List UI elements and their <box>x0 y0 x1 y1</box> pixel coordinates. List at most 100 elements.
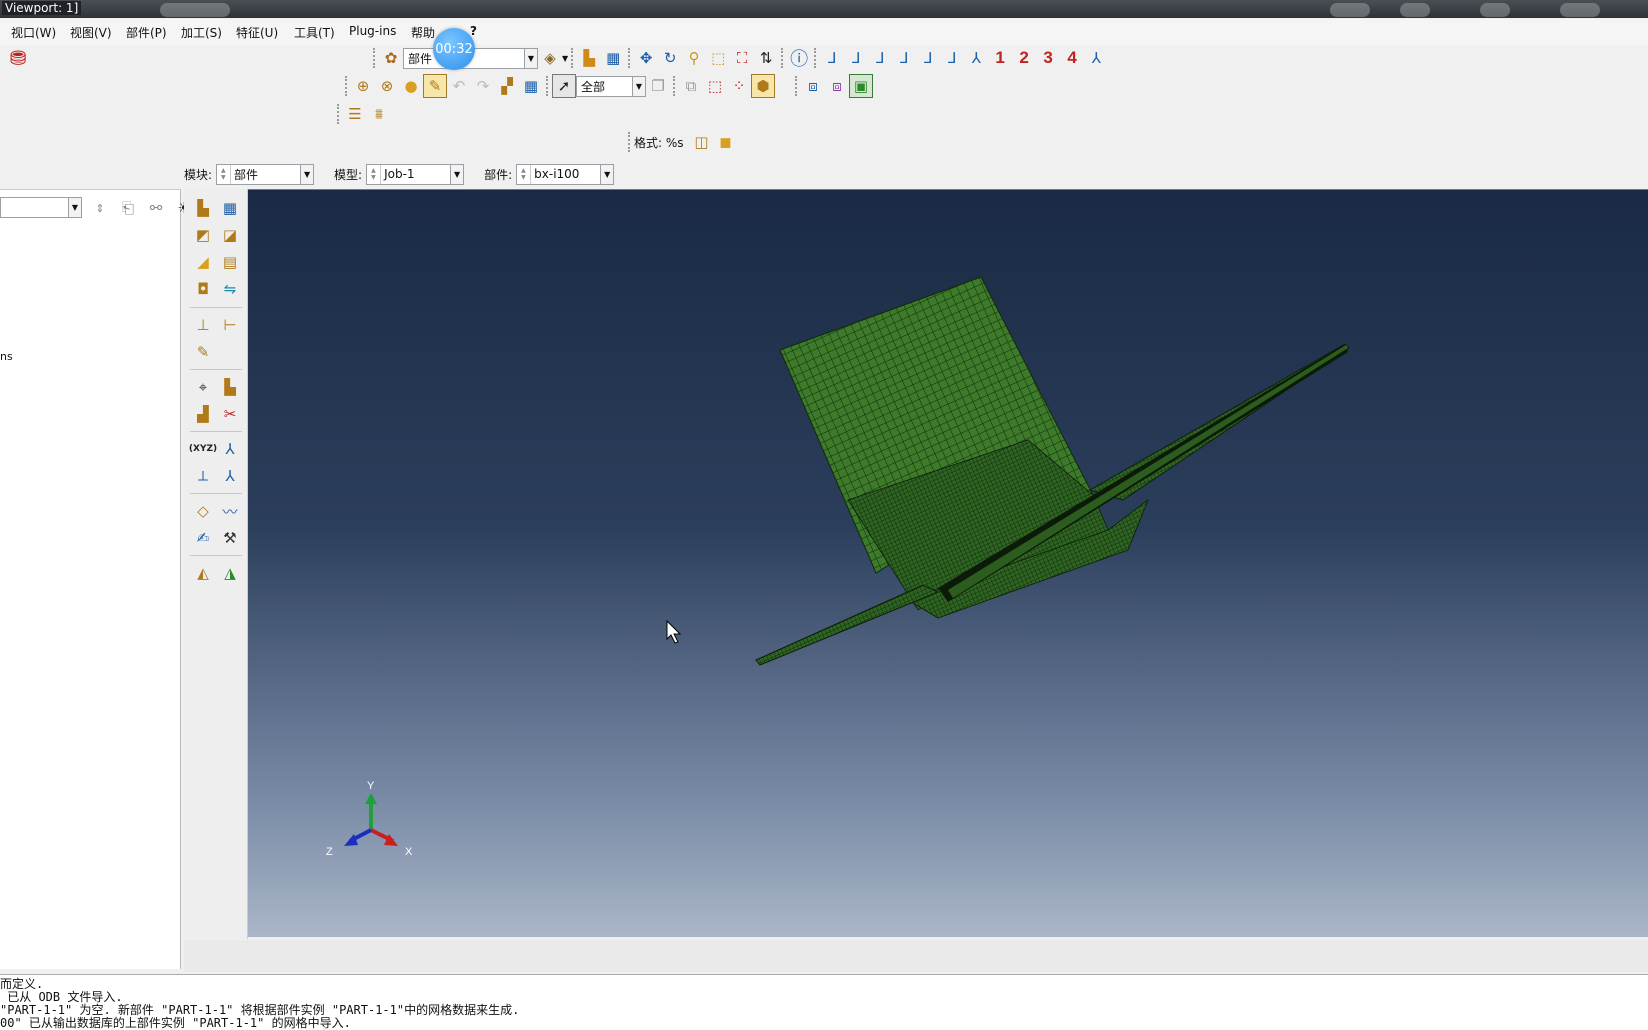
chevron-down-icon[interactable]: ▼ <box>450 164 464 184</box>
menu-plugins[interactable]: Plug-ins <box>349 24 396 38</box>
create-wire-icon[interactable]: ▤ <box>218 250 242 274</box>
edit-feature-icon[interactable]: ▙ <box>218 375 242 399</box>
view-iso-icon[interactable]: ⅄ <box>964 46 988 70</box>
mirror-icon[interactable]: ⇋ <box>218 277 242 301</box>
color-code-icon[interactable]: ✿ <box>379 46 403 70</box>
cut-icon[interactable]: ⊗ <box>375 74 399 98</box>
up-down-icon[interactable]: ⇕ <box>88 196 112 220</box>
solid-sphere-icon[interactable]: ● <box>399 74 423 98</box>
box-zoom-icon[interactable]: ⬚ <box>706 46 730 70</box>
view-bottom-icon[interactable]: ⅃ <box>892 46 916 70</box>
filter-icon[interactable]: ⚯ <box>144 196 168 220</box>
user-view-1-button[interactable]: 1 <box>988 46 1012 70</box>
menu-tools[interactable]: 工具(T) <box>294 24 335 41</box>
info-icon[interactable]: ⓘ <box>787 46 811 70</box>
toolbox-separator <box>190 493 242 494</box>
user-view-2-button[interactable]: 2 <box>1012 46 1036 70</box>
part-manager-icon[interactable]: ▦ <box>601 46 625 70</box>
mesh-part-icon[interactable]: ◮ <box>218 561 242 585</box>
model-combo[interactable]: ▲ ▼ Job-1 ▼ <box>366 163 465 185</box>
datum-icon[interactable]: ▞ <box>495 74 519 98</box>
chevron-down-icon[interactable]: ▼ <box>562 54 568 63</box>
ladder-icon[interactable]: ⩩ <box>367 102 391 126</box>
chevron-down-icon[interactable]: ▼ <box>68 198 81 217</box>
chevron-down-icon[interactable]: ▼ <box>600 164 614 184</box>
menu-part[interactable]: 部件(P) <box>126 24 167 41</box>
create-cut-icon[interactable]: ◢ <box>191 250 215 274</box>
menu-view[interactable]: 视图(V) <box>70 24 112 41</box>
menu-help[interactable]: 帮助 <box>411 24 435 41</box>
virtual-topology-icon[interactable]: ◇ <box>191 499 215 523</box>
pan-icon[interactable]: ✥ <box>634 46 658 70</box>
view-left-icon[interactable]: ⅃ <box>916 46 940 70</box>
view-right-icon[interactable]: ⅃ <box>940 46 964 70</box>
part-combo[interactable]: ▲ ▼ bx-i100 ▼ <box>516 163 615 185</box>
cube-outline-icon[interactable]: ◫ <box>690 130 714 154</box>
render-shaded-icon[interactable]: ▣ <box>849 74 873 98</box>
box-select-icon[interactable]: ⬚ <box>703 74 727 98</box>
menu-shape[interactable]: 加工(S) <box>181 24 222 41</box>
render-hidden-icon[interactable]: ⧈ <box>825 74 849 98</box>
table-icon[interactable]: ▦ <box>519 74 543 98</box>
module-combo[interactable]: ▲ ▼ 部件 ▼ <box>216 163 315 185</box>
collapse-icon[interactable]: ⎗ <box>116 196 140 220</box>
repair-icon[interactable]: ▟ <box>191 402 215 426</box>
view-back-icon[interactable]: ⅃ <box>844 46 868 70</box>
cycle-views-icon[interactable]: ⇅ <box>754 46 778 70</box>
create-shell-icon[interactable]: ◪ <box>218 223 242 247</box>
menu-viewport[interactable]: 视口(W) <box>11 24 56 41</box>
chevron-down-icon[interactable]: ▼ <box>632 76 645 96</box>
selection-options-icon[interactable]: ❐ <box>646 74 670 98</box>
delete-feature-icon[interactable]: ✂ <box>218 402 242 426</box>
list-icon[interactable]: ☰ <box>343 102 367 126</box>
user-view-4-button[interactable]: 4 <box>1060 46 1084 70</box>
user-view-3-button[interactable]: 3 <box>1036 46 1060 70</box>
datum-plane-icon[interactable]: ⟂ <box>191 464 215 488</box>
view-top-icon[interactable]: ⅃ <box>868 46 892 70</box>
select-edit-icon[interactable]: ⌖ <box>191 375 215 399</box>
triad-icon[interactable]: ⅄ <box>1084 46 1108 70</box>
tree-item-partial[interactable]: ns <box>0 350 13 363</box>
query-part-icon[interactable]: ▙ <box>577 46 601 70</box>
selection-filter-combo[interactable]: 全部 ▼ <box>576 75 646 97</box>
select-cursor-icon[interactable]: ➚ <box>552 74 576 98</box>
copy-icon[interactable]: ⧉ <box>679 74 703 98</box>
zoom-icon[interactable]: ⚲ <box>682 46 706 70</box>
tree-combo[interactable]: ▼ <box>0 197 82 218</box>
chevron-down-icon[interactable]: ▼ <box>524 48 537 68</box>
sketch-icon[interactable]: ✎ <box>191 340 215 364</box>
chevron-down-icon[interactable]: ▼ <box>300 164 314 184</box>
save-database-icon[interactable]: ⛃ <box>6 46 30 70</box>
drag-select-icon[interactable]: ⁘ <box>727 74 751 98</box>
toolbar-row-2: ⊕ ⊗ ● ✎ ↶ ↷ ▞ ▦ ➚ 全部 ▼ ❐ ⧉ ⬚ ⁘ ⬢ ⧈ ⧈ ▣ <box>342 74 873 98</box>
attribute-icon[interactable]: 〰 <box>218 499 242 523</box>
render-style-icon[interactable]: ◈ <box>538 46 562 70</box>
create-part-icon[interactable]: ▙ <box>191 196 215 220</box>
rotate-icon[interactable]: ↻ <box>658 46 682 70</box>
remove-entity-icon[interactable]: ⬢ <box>751 74 775 98</box>
redo-icon[interactable]: ↷ <box>471 74 495 98</box>
undo-icon[interactable]: ↶ <box>447 74 471 98</box>
render-wireframe-icon[interactable]: ⧈ <box>801 74 825 98</box>
tools-icon[interactable]: ⚒ <box>218 526 242 550</box>
auto-fit-icon[interactable]: ⛶ <box>730 46 754 70</box>
create-round-icon[interactable]: ◘ <box>191 277 215 301</box>
boolean-icon[interactable]: ⊕ <box>351 74 375 98</box>
create-solid-extrude-icon[interactable]: ◩ <box>191 223 215 247</box>
partition-icon[interactable]: ⊥ <box>191 313 215 337</box>
datum-csys-icon[interactable]: ⅄ <box>218 464 242 488</box>
cube-solid-icon[interactable]: ◼ <box>714 130 738 154</box>
assembly-part-icon[interactable]: ◭ <box>191 561 215 585</box>
partition-face-icon[interactable]: ⊢ <box>218 313 242 337</box>
graphics-viewport[interactable]: Y X Z <box>248 189 1648 937</box>
datum-axis-icon[interactable]: ⅄ <box>218 437 242 461</box>
part-manager-icon[interactable]: ▦ <box>218 196 242 220</box>
view-front-icon[interactable]: ⅃ <box>820 46 844 70</box>
selection-filter-value: 全部 <box>581 79 606 94</box>
toolbar-grip <box>673 76 676 96</box>
datum-point-icon[interactable]: (XYZ) <box>189 437 217 461</box>
edit-attribute-icon[interactable]: ✍ <box>191 526 215 550</box>
message-line: 00" 已从输出数据库的上部件实例 "PART-1-1" 的网格中导入. <box>0 1016 351 1030</box>
edit-tool-icon[interactable]: ✎ <box>423 74 447 98</box>
menu-feature[interactable]: 特征(U) <box>236 24 278 41</box>
